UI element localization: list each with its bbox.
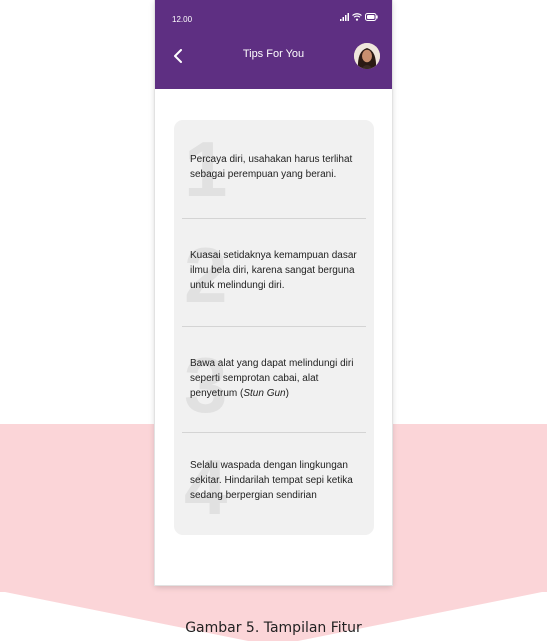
tip-text: Bawa alat yang dapat melindungi diri sep… bbox=[190, 356, 368, 401]
tip-text: Selalu waspada dengan lingkungan sekitar… bbox=[190, 460, 353, 501]
divider bbox=[182, 218, 366, 219]
wifi-icon bbox=[352, 13, 362, 21]
app-bar: 12.00 Tips For You bbox=[155, 0, 392, 89]
phone-screen: 12.00 Tips For You 1 Percaya diri, usaha… bbox=[155, 0, 392, 585]
tip-text-part: ) bbox=[285, 388, 289, 399]
tip-text: Percaya diri, usahakan harus terlihat se… bbox=[190, 154, 353, 180]
signal-icon bbox=[340, 13, 349, 21]
user-avatar[interactable] bbox=[354, 43, 380, 69]
status-icons bbox=[340, 13, 378, 21]
divider bbox=[182, 326, 366, 327]
tip-text-italic: Stun Gun bbox=[243, 388, 286, 399]
status-time: 12.00 bbox=[172, 15, 193, 24]
tip-text: Kuasai setidaknya kemampuan dasar ilmu b… bbox=[190, 250, 357, 291]
battery-icon bbox=[365, 13, 378, 21]
tips-card: 1 Percaya diri, usahakan harus terlihat … bbox=[174, 120, 374, 535]
divider bbox=[182, 432, 366, 433]
avatar-image bbox=[354, 43, 380, 69]
figure-caption: Gambar 5. Tampilan Fitur bbox=[185, 620, 362, 636]
